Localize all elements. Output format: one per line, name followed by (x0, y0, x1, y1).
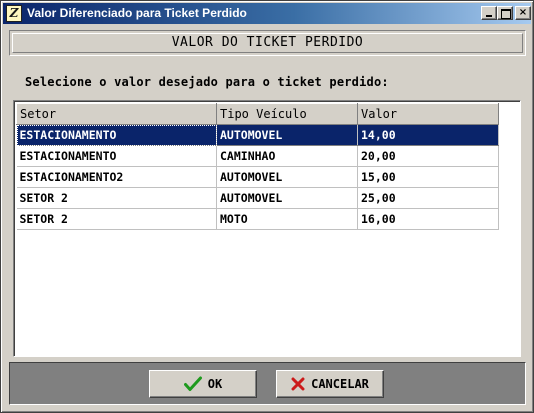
window-title: Valor Diferenciado para Ticket Perdido (27, 6, 247, 20)
column-header-valor[interactable]: Valor (357, 103, 499, 125)
ticket-values-grid[interactable]: Setor Tipo Veículo Valor ESTACIONAMENTO … (13, 100, 521, 357)
header-panel: VALOR DO TICKET PERDIDO (9, 30, 526, 56)
title-bar[interactable]: Z Valor Diferenciado para Ticket Perdido… (3, 3, 531, 24)
dialog-window: Z Valor Diferenciado para Ticket Perdido… (0, 0, 534, 413)
cell-valor: 16,00 (357, 208, 499, 230)
table-row[interactable]: SETOR 2 MOTO 16,00 (16, 208, 499, 230)
column-header-setor[interactable]: Setor (16, 103, 217, 125)
column-header-tipo-veiculo[interactable]: Tipo Veículo (216, 103, 358, 125)
cell-valor: 20,00 (357, 145, 499, 167)
cell-tipo-veiculo: AUTOMOVEL (216, 124, 358, 146)
cell-tipo-veiculo: MOTO (216, 208, 358, 230)
cell-setor: SETOR 2 (16, 208, 217, 230)
button-bar: OK CANCELAR (9, 362, 526, 405)
cell-tipo-veiculo: CAMINHAO (216, 145, 358, 167)
grid-table: Setor Tipo Veículo Valor ESTACIONAMENTO … (16, 103, 499, 230)
close-icon: × (518, 7, 528, 18)
cancel-button[interactable]: CANCELAR (276, 370, 384, 398)
minimize-icon (486, 15, 492, 17)
cell-valor: 14,00 (357, 124, 499, 146)
cell-setor: SETOR 2 (16, 187, 217, 209)
table-row[interactable]: ESTACIONAMENTO AUTOMOVEL 14,00 (16, 124, 499, 146)
cell-valor: 15,00 (357, 166, 499, 188)
page-title: VALOR DO TICKET PERDIDO (12, 33, 523, 53)
cell-setor: ESTACIONAMENTO2 (16, 166, 217, 188)
cell-valor: 25,00 (357, 187, 499, 209)
grid-header-row: Setor Tipo Veículo Valor (16, 103, 499, 125)
ok-button[interactable]: OK (149, 370, 257, 398)
cancel-label: CANCELAR (311, 377, 369, 391)
table-row[interactable]: ESTACIONAMENTO CAMINHAO 20,00 (16, 145, 499, 167)
maximize-icon (501, 9, 511, 19)
close-button[interactable]: × (515, 6, 531, 20)
minimize-button[interactable] (481, 6, 497, 20)
maximize-button[interactable] (497, 6, 513, 20)
x-mark-icon (291, 377, 305, 391)
table-row[interactable]: SETOR 2 AUTOMOVEL 25,00 (16, 187, 499, 209)
cell-setor: ESTACIONAMENTO (16, 124, 217, 146)
app-logo-icon: Z (6, 5, 22, 22)
table-row[interactable]: ESTACIONAMENTO2 AUTOMOVEL 15,00 (16, 166, 499, 188)
cell-tipo-veiculo: AUTOMOVEL (216, 187, 358, 209)
cell-setor: ESTACIONAMENTO (16, 145, 217, 167)
instruction-text: Selecione o valor desejado para o ticket… (25, 75, 389, 89)
ok-label: OK (207, 377, 223, 391)
checkmark-icon (183, 376, 202, 391)
cell-tipo-veiculo: AUTOMOVEL (216, 166, 358, 188)
